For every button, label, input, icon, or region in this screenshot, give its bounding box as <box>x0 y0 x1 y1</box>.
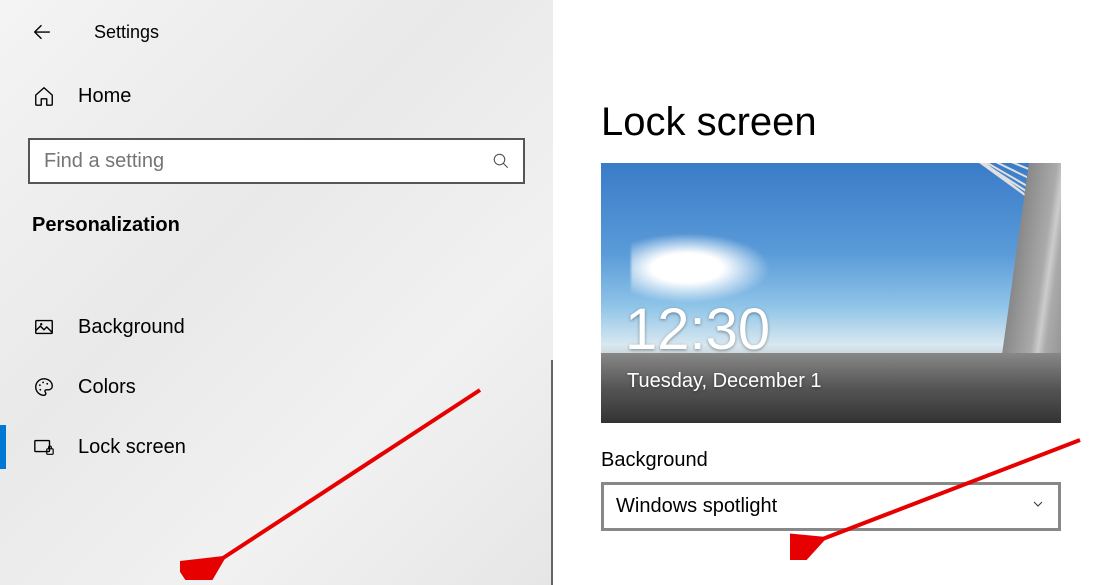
sidebar-item-label: Background <box>78 316 185 339</box>
home-icon <box>32 84 56 108</box>
dropdown-value: Windows spotlight <box>616 495 777 518</box>
preview-time: 12:30 <box>625 296 770 363</box>
sidebar-header: Settings <box>0 0 553 74</box>
lock-screen-preview[interactable]: 12:30 Tuesday, December 1 <box>601 163 1061 423</box>
preview-date: Tuesday, December 1 <box>627 370 822 393</box>
palette-icon <box>32 375 56 399</box>
sidebar-item-colors[interactable]: Colors <box>0 357 553 417</box>
sidebar-item-label: Colors <box>78 376 136 399</box>
preview-cable <box>732 163 1056 220</box>
content: Lock screen 12:30 Tuesday, December 1 Ba… <box>553 0 1101 585</box>
background-label: Background <box>601 449 1061 472</box>
nav-home[interactable]: Home <box>0 74 553 118</box>
background-dropdown[interactable]: Windows spotlight <box>601 482 1061 531</box>
sidebar-item-background[interactable]: Background <box>0 297 553 357</box>
nav-home-label: Home <box>78 85 131 108</box>
sidebar-item-label: Lock screen <box>78 436 186 459</box>
chevron-down-icon <box>1030 495 1046 518</box>
back-button[interactable] <box>30 20 54 44</box>
search-input[interactable] <box>30 150 479 173</box>
section-title: Personalization <box>0 214 553 237</box>
app-title: Settings <box>94 22 159 43</box>
search-icon[interactable] <box>479 140 523 182</box>
page-title: Lock screen <box>601 100 1061 145</box>
search-box[interactable] <box>28 138 525 184</box>
sidebar: Settings Home Personalization Background <box>0 0 553 585</box>
preview-clouds <box>631 233 771 303</box>
nav-list: Background Colors Lock screen <box>0 297 553 477</box>
sidebar-item-lock-screen[interactable]: Lock screen <box>0 417 553 477</box>
lock-screen-icon <box>32 435 56 459</box>
arrow-left-icon <box>31 21 53 43</box>
picture-icon <box>32 315 56 339</box>
